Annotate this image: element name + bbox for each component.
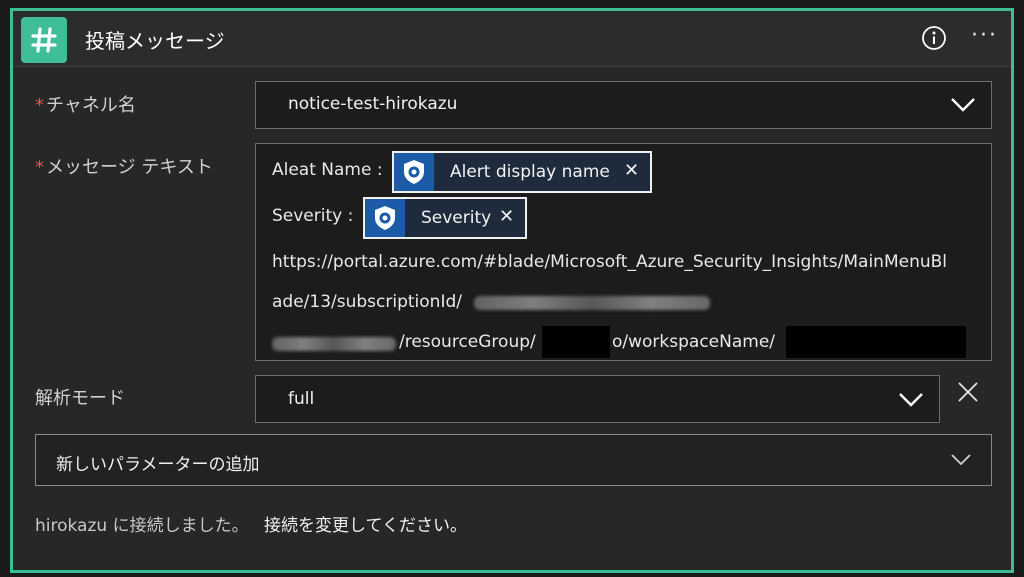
parse-mode-value: full xyxy=(288,389,315,409)
add-parameter-dropdown[interactable]: 新しいパラメーターの追加 xyxy=(35,434,992,486)
chevron-down-icon[interactable] xyxy=(950,96,976,114)
change-connection-link[interactable]: 接続を変更してください。 xyxy=(264,516,467,536)
chevron-down-icon[interactable] xyxy=(950,453,972,467)
connection-status: hirokazu に接続しました。 接続を変更してください。 xyxy=(35,511,467,536)
more-options-icon[interactable]: ··· xyxy=(971,23,998,48)
severity-prefix: Severity : xyxy=(272,206,354,226)
token-severity[interactable]: Severity ✕ xyxy=(363,197,527,239)
chevron-down-icon[interactable] xyxy=(898,391,924,409)
connection-text: hirokazu に接続しました。 xyxy=(35,516,249,536)
required-marker: * xyxy=(35,157,44,178)
url-line-3b: o/workspaceName/ xyxy=(612,332,776,352)
parse-mode-select[interactable]: full xyxy=(255,375,940,423)
token-label: Severity xyxy=(421,208,492,228)
sentinel-shield-icon xyxy=(394,153,434,191)
blurred-subscription-id xyxy=(474,296,710,310)
message-text-input[interactable]: Aleat Name : Alert display name ✕ Severi… xyxy=(255,143,992,361)
token-close-icon[interactable]: ✕ xyxy=(624,160,639,181)
remove-parameter-icon[interactable] xyxy=(955,379,981,405)
url-line-1: https://portal.azure.com/#blade/Microsof… xyxy=(272,252,948,272)
sentinel-shield-icon xyxy=(365,199,405,237)
message-label: * メッセージ テキスト xyxy=(35,157,213,178)
add-parameter-label: 新しいパラメーターの追加 xyxy=(56,455,260,475)
redacted-workspace-name xyxy=(786,326,966,358)
alert-name-prefix: Aleat Name : xyxy=(272,160,383,180)
required-marker: * xyxy=(35,95,44,116)
action-card: 投稿メッセージ ··· * チャネル名 notice-test-hirokazu … xyxy=(10,8,1014,573)
token-close-icon[interactable]: ✕ xyxy=(499,206,514,227)
card-header[interactable]: 投稿メッセージ ··· xyxy=(13,11,1011,67)
channel-value: notice-test-hirokazu xyxy=(288,94,458,114)
token-label: Alert display name xyxy=(450,162,610,182)
slack-hash-icon xyxy=(21,17,67,63)
url-line-3a: /resourceGroup/ xyxy=(399,332,536,352)
blurred-subscription-id-cont xyxy=(272,337,396,351)
info-icon[interactable] xyxy=(921,25,947,51)
redacted-resource-group xyxy=(542,326,610,358)
url-line-2: ade/13/subscriptionId/ xyxy=(272,292,462,312)
channel-select[interactable]: notice-test-hirokazu xyxy=(255,81,992,129)
channel-label: * チャネル名 xyxy=(35,95,136,116)
parse-mode-label: 解析モード xyxy=(35,388,125,409)
card-title: 投稿メッセージ xyxy=(85,29,225,53)
token-alert-display-name[interactable]: Alert display name ✕ xyxy=(392,151,652,193)
